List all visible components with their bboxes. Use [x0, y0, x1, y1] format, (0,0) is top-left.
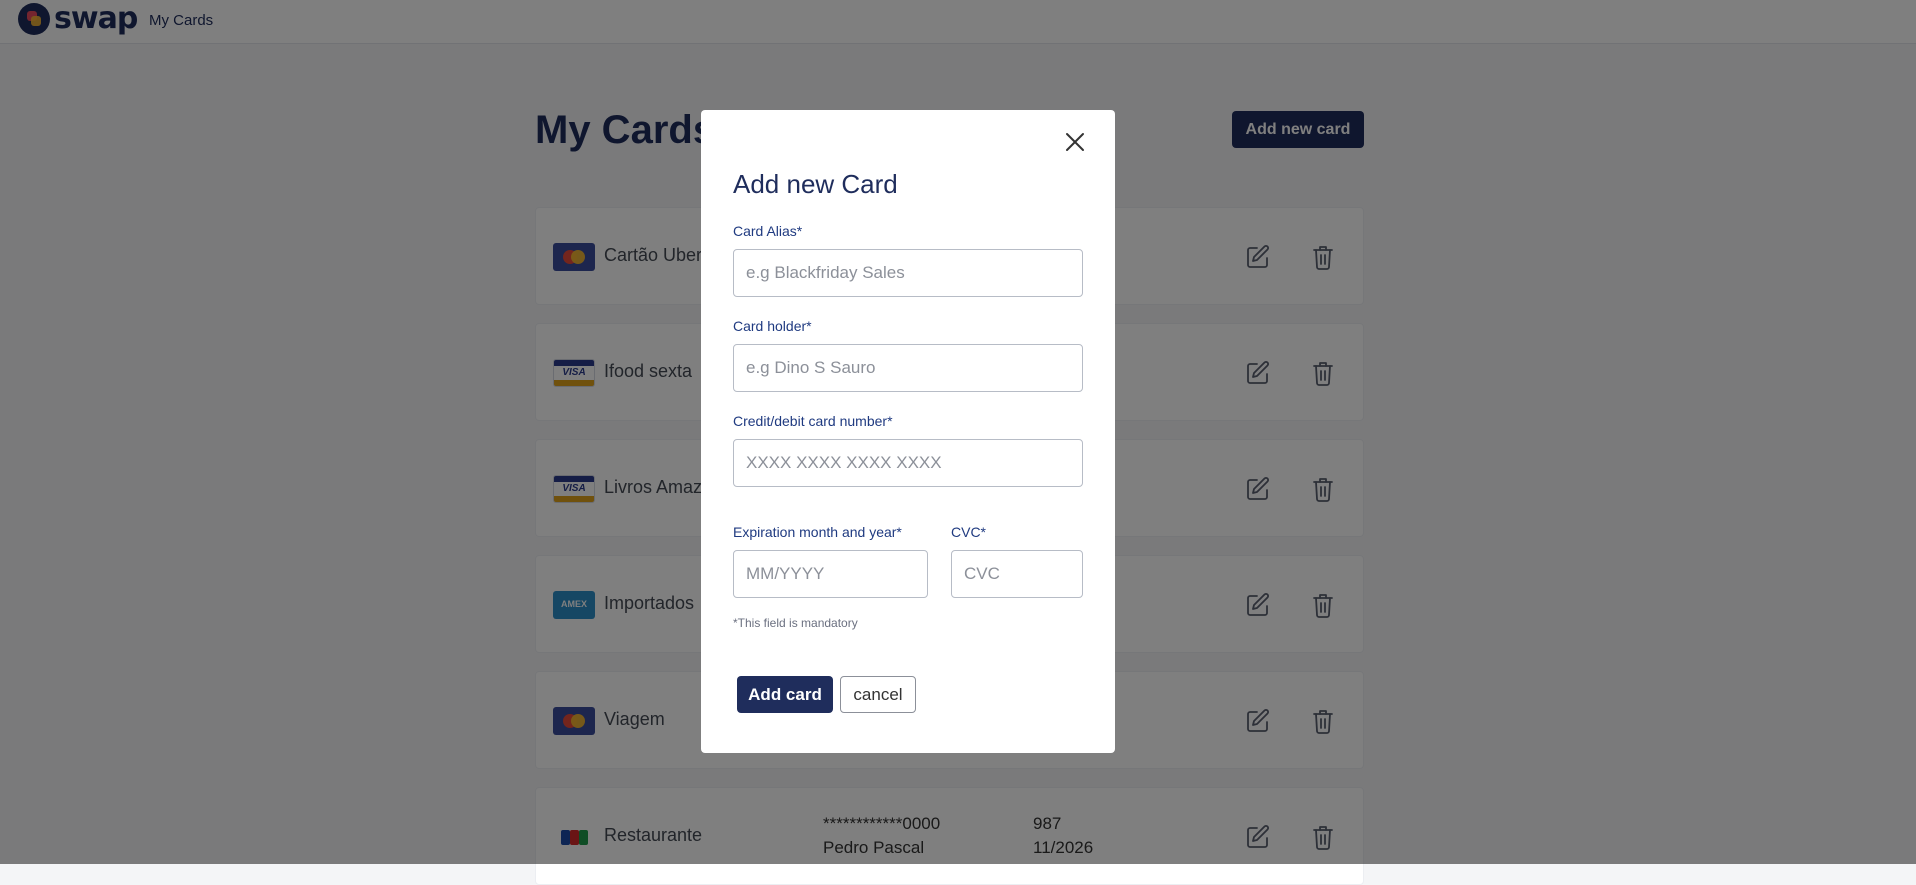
add-card-modal: Add new Card Card Alias* Card holder* Cr…: [701, 110, 1115, 753]
card-alias-label: Card Alias*: [733, 223, 803, 239]
card-holder-label: Card holder*: [733, 318, 812, 334]
card-alias-input[interactable]: [733, 249, 1083, 297]
mandatory-note: *This field is mandatory: [733, 616, 858, 630]
cvc-input[interactable]: [951, 550, 1083, 598]
modal-title: Add new Card: [733, 169, 898, 199]
expiration-label: Expiration month and year*: [733, 524, 902, 540]
close-icon[interactable]: [1064, 131, 1086, 153]
expiration-input[interactable]: [733, 550, 928, 598]
card-holder-input[interactable]: [733, 344, 1083, 392]
card-number-input[interactable]: [733, 439, 1083, 487]
card-number-label: Credit/debit card number*: [733, 413, 893, 429]
add-card-button[interactable]: Add card: [737, 676, 833, 713]
cancel-button[interactable]: cancel: [840, 676, 916, 713]
cvc-label: CVC*: [951, 524, 987, 540]
